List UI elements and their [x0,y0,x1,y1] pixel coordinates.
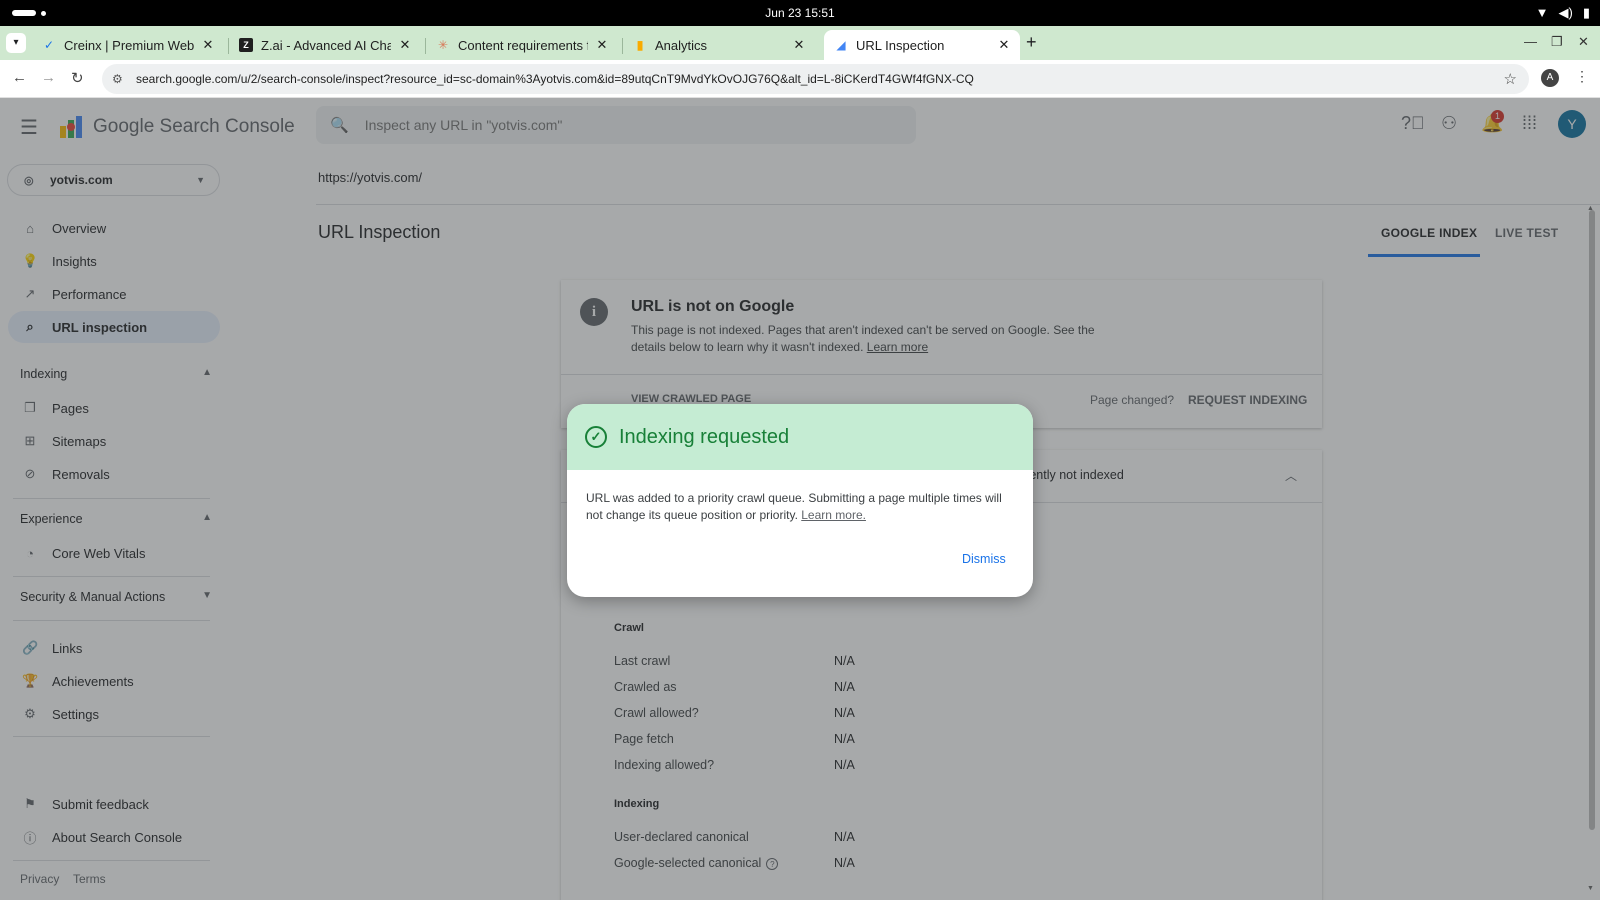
system-tray[interactable]: ▼ ◀) ▮ [1536,5,1590,21]
dialog-body-text: URL was added to a priority crawl queue.… [586,491,1002,522]
close-icon[interactable]: ✕ [996,37,1012,53]
os-top-bar: Jun 23 15:51 ▼ ◀) ▮ [0,0,1600,26]
browser-tab-active[interactable]: ◢ URL Inspection ✕ [824,30,1020,60]
os-clock[interactable]: Jun 23 15:51 [0,6,1600,20]
tab-label: Z.ai - Advanced AI Chatb [261,37,391,53]
close-icon[interactable]: ✕ [200,37,216,53]
browser-tab[interactable]: ✓ Creinx | Premium Websit ✕ [32,30,224,60]
indexing-requested-dialog: ✓ Indexing requested URL was added to a … [567,404,1033,597]
bookmark-star-icon[interactable]: ☆ [1504,70,1517,88]
battery-icon: ▮ [1582,5,1590,20]
browser-tab-strip: ▾ ✓ Creinx | Premium Websit ✕ Z Z.ai - A… [0,26,1600,60]
browser-menu-icon[interactable]: ⋮ [1575,68,1589,85]
reload-icon[interactable]: ↻ [71,69,84,87]
dismiss-button[interactable]: Dismiss [962,552,1006,566]
tab-search-button[interactable]: ▾ [6,33,26,53]
tab-label: Analytics [655,37,708,53]
search-console-icon: ◢ [836,38,846,52]
new-tab-button[interactable]: + [1026,32,1037,53]
close-icon[interactable]: ✕ [791,37,807,53]
tab-label: Creinx | Premium Websit [64,37,194,53]
close-icon[interactable]: ✕ [397,37,413,53]
site-info-icon[interactable]: ⚙ [112,72,126,86]
restore-icon[interactable]: ❐ [1551,34,1563,50]
creinx-icon: ✓ [43,38,55,52]
analytics-icon: ▮ [636,38,644,52]
claude-icon: ✳ [437,38,449,52]
back-icon[interactable]: ← [12,69,27,86]
minimize-icon[interactable]: — [1524,34,1537,49]
close-icon[interactable]: ✕ [594,37,610,53]
wifi-icon: ▼ [1535,5,1549,20]
browser-tab[interactable]: Z Z.ai - Advanced AI Chatb ✕ [229,30,421,60]
dialog-title: Indexing requested [619,425,790,448]
check-circle-icon: ✓ [585,426,607,448]
dialog-learn-more-link[interactable]: Learn more. [801,508,866,522]
zai-icon: Z [239,38,253,52]
address-url: search.google.com/u/2/search-console/ins… [136,72,974,86]
address-bar[interactable]: ⚙ search.google.com/u/2/search-console/i… [102,64,1529,94]
tab-label: Content requirements fc [458,37,588,53]
forward-icon[interactable]: → [41,69,56,86]
tab-label: URL Inspection [856,37,945,53]
volume-icon: ◀) [1558,5,1573,20]
browser-tab[interactable]: ✳ Content requirements fc ✕ [426,30,618,60]
close-window-icon[interactable]: ✕ [1578,34,1589,50]
browser-tab[interactable]: ▮ Analytics ✕ [623,30,815,60]
dialog-header: ✓ Indexing requested [567,404,1033,470]
dialog-body: URL was added to a priority crawl queue.… [586,490,1016,524]
profile-avatar[interactable]: A [1541,69,1559,87]
browser-toolbar: ← → ↻ ⚙ search.google.com/u/2/search-con… [0,60,1600,98]
